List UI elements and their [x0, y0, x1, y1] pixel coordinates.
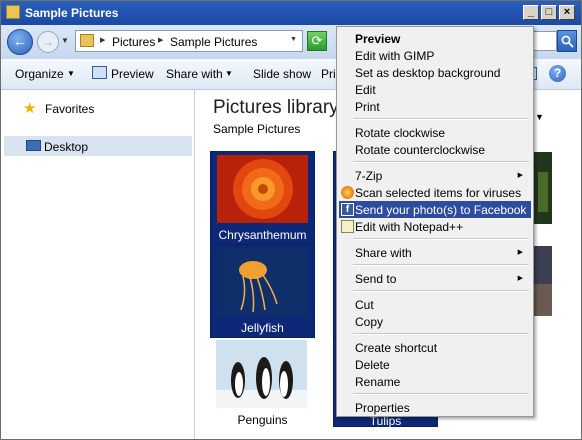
help-button[interactable]: ?: [549, 65, 566, 82]
menu-item-preview[interactable]: Preview: [339, 30, 531, 47]
file-tile-penguins[interactable]: Penguins: [210, 337, 315, 431]
library-subtitle: Sample Pictures: [213, 122, 301, 136]
menu-item-send-to-facebook[interactable]: f Send your photo(s) to Facebook: [339, 201, 531, 218]
organize-button[interactable]: Organize: [15, 67, 64, 81]
submenu-arrow-icon: ▶: [517, 275, 523, 282]
menu-item-create-shortcut[interactable]: Create shortcut: [339, 339, 531, 356]
jellyfish-thumbnail: [217, 248, 308, 316]
menu-item-edit-with-gimp[interactable]: Edit with GIMP: [339, 47, 531, 64]
preview-icon: [92, 66, 107, 79]
menu-separator: [353, 393, 529, 395]
submenu-arrow-icon: ▶: [517, 172, 523, 179]
recent-pages-dropdown[interactable]: ▼: [61, 36, 69, 45]
file-name: Chrysanthemum: [218, 228, 307, 242]
menu-item-delete[interactable]: Delete: [339, 356, 531, 373]
sidebar-item-desktop[interactable]: Desktop: [4, 136, 192, 156]
context-menu: Preview Edit with GIMP Set as desktop ba…: [336, 26, 534, 417]
menu-item-edit-with-notepad-plus-plus[interactable]: Edit with Notepad++: [339, 218, 531, 235]
address-bar[interactable]: ▶ Pictures ▶ Sample Pictures ▼: [75, 30, 303, 52]
navigation-pane: ★ Favorites Desktop: [1, 90, 195, 439]
breadcrumb-arrow-icon[interactable]: ▶: [100, 36, 105, 44]
minimize-button[interactable]: _: [523, 5, 539, 20]
folder-icon: [80, 34, 94, 47]
menu-item-send-to[interactable]: Send to ▶: [339, 270, 531, 287]
preview-button[interactable]: Preview: [111, 67, 154, 81]
menu-item-share-with[interactable]: Share with ▶: [339, 244, 531, 261]
menu-separator: [353, 290, 529, 292]
star-icon: ★: [23, 100, 37, 117]
file-tile-chrysanthemum[interactable]: Chrysanthemum: [210, 151, 315, 245]
breadcrumb-sample-pictures[interactable]: Sample Pictures: [170, 35, 257, 49]
menu-item-edit[interactable]: Edit: [339, 81, 531, 98]
sidebar-item-label: Desktop: [44, 140, 89, 154]
menu-separator: [353, 161, 529, 163]
menu-item-properties[interactable]: Properties: [339, 399, 531, 416]
back-button[interactable]: ←: [7, 29, 33, 55]
menu-separator: [353, 238, 529, 240]
refresh-button[interactable]: ⟳: [307, 31, 327, 51]
penguins-thumbnail: [216, 340, 307, 408]
sidebar-item-favorites[interactable]: Favorites: [45, 102, 94, 116]
menu-item-scan-for-viruses[interactable]: Scan selected items for viruses: [339, 184, 531, 201]
search-icon: [561, 35, 574, 48]
breadcrumb-pictures[interactable]: Pictures: [112, 35, 155, 49]
menu-separator: [353, 264, 529, 266]
menu-item-set-as-desktop-background[interactable]: Set as desktop background: [339, 64, 531, 81]
chrysanthemum-thumbnail: [217, 155, 308, 223]
menu-item-rotate-counterclockwise[interactable]: Rotate counterclockwise: [339, 141, 531, 158]
menu-item-7-zip[interactable]: 7-Zip ▶: [339, 167, 531, 184]
window-title: Sample Pictures: [25, 6, 119, 20]
menu-separator: [353, 333, 529, 335]
slide-show-button[interactable]: Slide show: [253, 67, 311, 81]
folder-icon: [6, 5, 20, 19]
notepad-plus-plus-icon: [341, 220, 354, 233]
menu-item-copy[interactable]: Copy: [339, 313, 531, 330]
menu-item-rotate-clockwise[interactable]: Rotate clockwise: [339, 124, 531, 141]
menu-separator: [353, 118, 529, 120]
thumbnail-partial: [534, 246, 552, 316]
forward-button[interactable]: →: [37, 31, 59, 53]
file-tile-jellyfish[interactable]: Jellyfish: [210, 244, 315, 338]
share-with-button[interactable]: Share with: [166, 67, 223, 81]
menu-item-rename[interactable]: Rename: [339, 373, 531, 390]
submenu-arrow-icon: ▶: [517, 249, 523, 256]
facebook-icon: f: [341, 203, 354, 216]
maximize-button[interactable]: □: [541, 5, 557, 20]
library-title: Pictures library: [213, 97, 339, 118]
menu-item-cut[interactable]: Cut: [339, 296, 531, 313]
file-name: Penguins: [237, 413, 288, 427]
organize-dropdown-icon[interactable]: ▼: [67, 69, 75, 78]
address-dropdown-icon[interactable]: ▼: [290, 36, 297, 43]
antivirus-icon: [341, 186, 354, 199]
close-button[interactable]: ×: [559, 5, 575, 20]
explorer-window: Sample Pictures _ □ × ← → ▼ ▶ Pictures ▶…: [0, 0, 582, 440]
breadcrumb-arrow-icon[interactable]: ▶: [158, 36, 163, 44]
share-with-dropdown-icon[interactable]: ▼: [225, 69, 233, 78]
desktop-icon: [26, 140, 41, 151]
title-bar[interactable]: Sample Pictures _ □ ×: [1, 1, 581, 25]
search-button[interactable]: [557, 30, 577, 52]
menu-item-print[interactable]: Print: [339, 98, 531, 115]
search-input[interactable]: [531, 31, 557, 51]
thumbnail-partial: [534, 152, 552, 224]
arrange-by-dropdown-icon[interactable]: ▼: [535, 112, 544, 122]
file-name: Jellyfish: [241, 321, 284, 335]
